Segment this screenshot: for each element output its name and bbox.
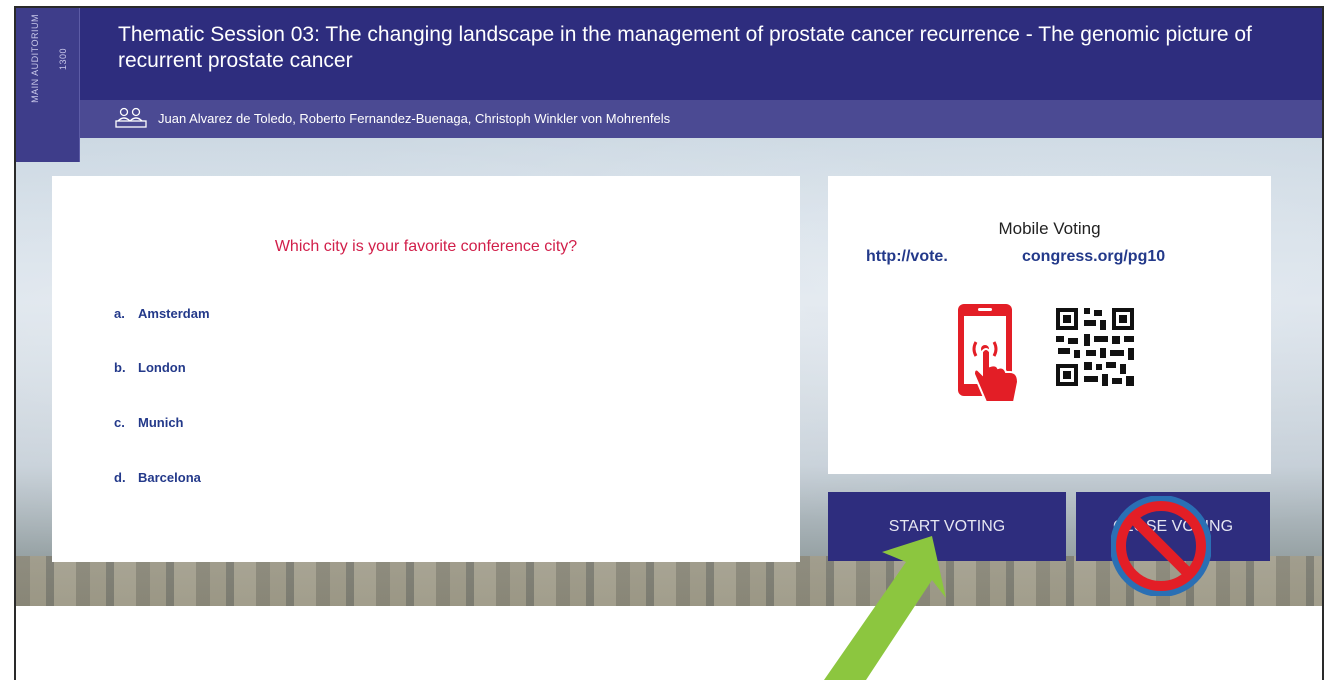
presenters-names: Juan Alvarez de Toledo, Roberto Fernande…	[158, 110, 671, 126]
option-amsterdam[interactable]: a. Amsterdam	[114, 306, 210, 321]
voting-url-part1[interactable]: http://vote.	[866, 248, 948, 266]
room-tab: MAIN AUDITORIUM 1300	[16, 8, 80, 162]
time-label: 1300	[58, 48, 68, 71]
option-london[interactable]: b. London	[114, 360, 186, 375]
qr-code-icon	[1056, 308, 1134, 386]
room-label: MAIN AUDITORIUM	[30, 14, 40, 103]
phone-touch-icon	[958, 304, 1020, 403]
mobile-voting-title: Mobile Voting	[998, 219, 1101, 238]
prohibited-icon	[1111, 496, 1211, 596]
poll-question: Which city is your favorite conference c…	[274, 238, 578, 255]
people-icon	[115, 107, 147, 128]
voting-url-part2[interactable]: congress.org/pg10	[1022, 248, 1165, 266]
session-title: Thematic Session 03: The changing landsc…	[118, 23, 1252, 72]
question-panel: Which city is your favorite conference c…	[52, 176, 800, 562]
mobile-voting-panel: Mobile Voting http://vote. congress.org/…	[828, 176, 1271, 474]
presenters: Juan Alvarez de Toledo, Roberto Fernande…	[112, 103, 670, 133]
option-barcelona[interactable]: d. Barcelona	[114, 470, 201, 485]
arrow-pointer-icon	[824, 536, 946, 680]
option-munich[interactable]: c. Munich	[114, 415, 184, 430]
